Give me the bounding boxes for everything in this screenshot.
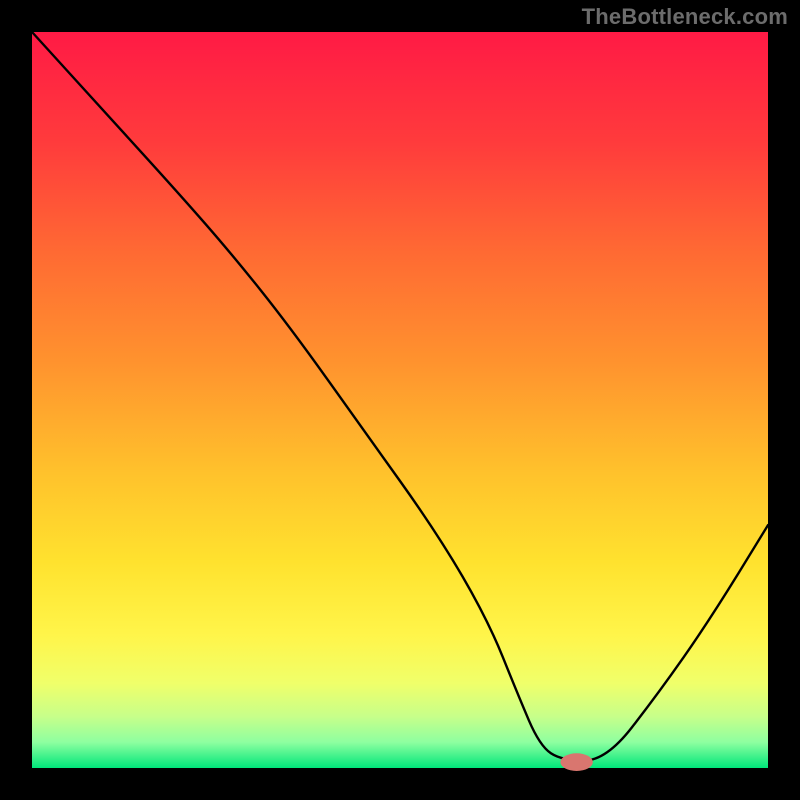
watermark-text: TheBottleneck.com	[582, 4, 788, 30]
plot-background	[32, 32, 768, 768]
highlight-marker	[560, 753, 592, 771]
chart-stage: TheBottleneck.com	[0, 0, 800, 800]
chart-svg	[0, 0, 800, 800]
